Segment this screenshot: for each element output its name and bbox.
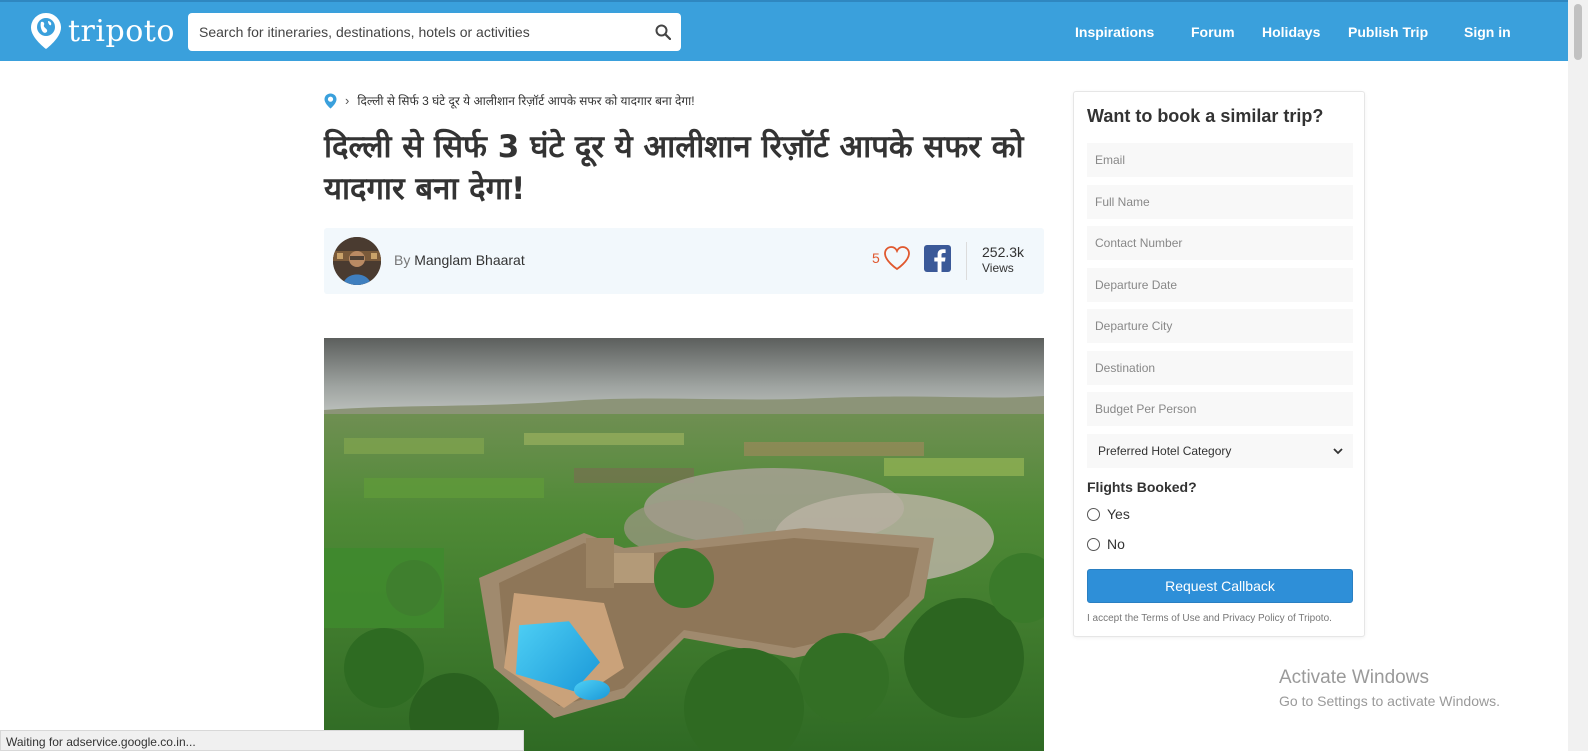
nav-forum[interactable]: Forum	[1191, 24, 1235, 40]
browser-status-bar: Waiting for adservice.google.co.in...	[0, 730, 524, 751]
hero-image	[324, 338, 1044, 751]
facebook-share-button[interactable]	[924, 245, 951, 272]
email-field[interactable]	[1087, 143, 1353, 177]
top-navbar: tripoto Inspirations Forum Holidays Publ…	[0, 0, 1568, 61]
flights-booked-label: Flights Booked?	[1087, 479, 1197, 495]
nav-publish-trip[interactable]: Publish Trip	[1348, 24, 1428, 40]
chevron-right-icon: ›	[345, 93, 350, 108]
nav-holidays[interactable]: Holidays	[1262, 24, 1320, 40]
hotel-category-select[interactable]: Preferred Hotel Category	[1087, 434, 1353, 468]
radio-label-no: No	[1107, 536, 1125, 552]
watermark-subtitle: Go to Settings to activate Windows.	[1279, 693, 1500, 709]
breadcrumb: › दिल्ली से सिर्फ 3 घंटे दूर ये आलीशान र…	[324, 92, 695, 109]
search-box	[188, 13, 681, 51]
request-callback-button[interactable]: Request Callback	[1087, 569, 1353, 603]
budget-field[interactable]	[1087, 392, 1353, 426]
divider	[966, 242, 967, 280]
by-label: By	[394, 252, 411, 268]
radio-circle[interactable]	[1087, 537, 1100, 551]
views-counter: 252.3k Views	[982, 244, 1024, 275]
author-avatar[interactable]	[333, 237, 381, 285]
departure-date-field[interactable]	[1087, 268, 1353, 302]
search-icon[interactable]	[655, 24, 671, 40]
nav-inspirations[interactable]: Inspirations	[1075, 24, 1154, 40]
watermark-title: Activate Windows	[1279, 667, 1429, 688]
booking-form: Want to book a similar trip? Preferred H…	[1073, 91, 1365, 637]
breadcrumb-current[interactable]: दिल्ली से सिर्फ 3 घंटे दूर ये आलीशान रिज…	[357, 92, 694, 109]
departure-city-field[interactable]	[1087, 309, 1353, 343]
nav-sign-in[interactable]: Sign in	[1464, 24, 1511, 40]
destination-field[interactable]	[1087, 351, 1353, 385]
page-scrollbar[interactable]	[1568, 0, 1588, 751]
author-name[interactable]: Manglam Bhaarat	[414, 252, 525, 268]
flights-no-radio[interactable]: No	[1087, 536, 1125, 552]
heart-icon[interactable]	[882, 243, 912, 273]
views-label: Views	[982, 261, 1014, 275]
activate-windows-watermark: Activate Windows Go to Settings to activ…	[1279, 667, 1500, 709]
form-heading: Want to book a similar trip?	[1087, 106, 1324, 126]
radio-label-yes: Yes	[1107, 506, 1130, 522]
radio-circle[interactable]	[1087, 507, 1100, 521]
scrollbar-thumb[interactable]	[1574, 4, 1582, 60]
article-title: दिल्ली से सिर्फ 3 घंटे दूर ये आलीशान रिज…	[324, 129, 1024, 207]
author-bar: By Manglam Bhaarat 5 252.3k Views	[324, 228, 1044, 294]
byline: By Manglam Bhaarat	[394, 252, 525, 268]
tripoto-logo[interactable]: tripoto	[30, 12, 175, 50]
terms-text: I accept the Terms of Use and Privacy Po…	[1087, 613, 1332, 624]
logo-pin-icon	[31, 13, 61, 49]
contact-number-field[interactable]	[1087, 226, 1353, 260]
flights-yes-radio[interactable]: Yes	[1087, 506, 1130, 522]
views-count: 252.3k	[982, 244, 1025, 260]
facebook-icon	[934, 249, 946, 272]
hotel-category-value: Preferred Hotel Category	[1098, 444, 1232, 458]
like-count: 5	[872, 250, 880, 266]
search-input[interactable]	[188, 13, 628, 51]
logo-wordmark: tripoto	[68, 13, 175, 49]
chevron-down-icon	[1333, 448, 1343, 455]
location-pin-icon[interactable]	[324, 93, 337, 109]
full-name-field[interactable]	[1087, 185, 1353, 219]
